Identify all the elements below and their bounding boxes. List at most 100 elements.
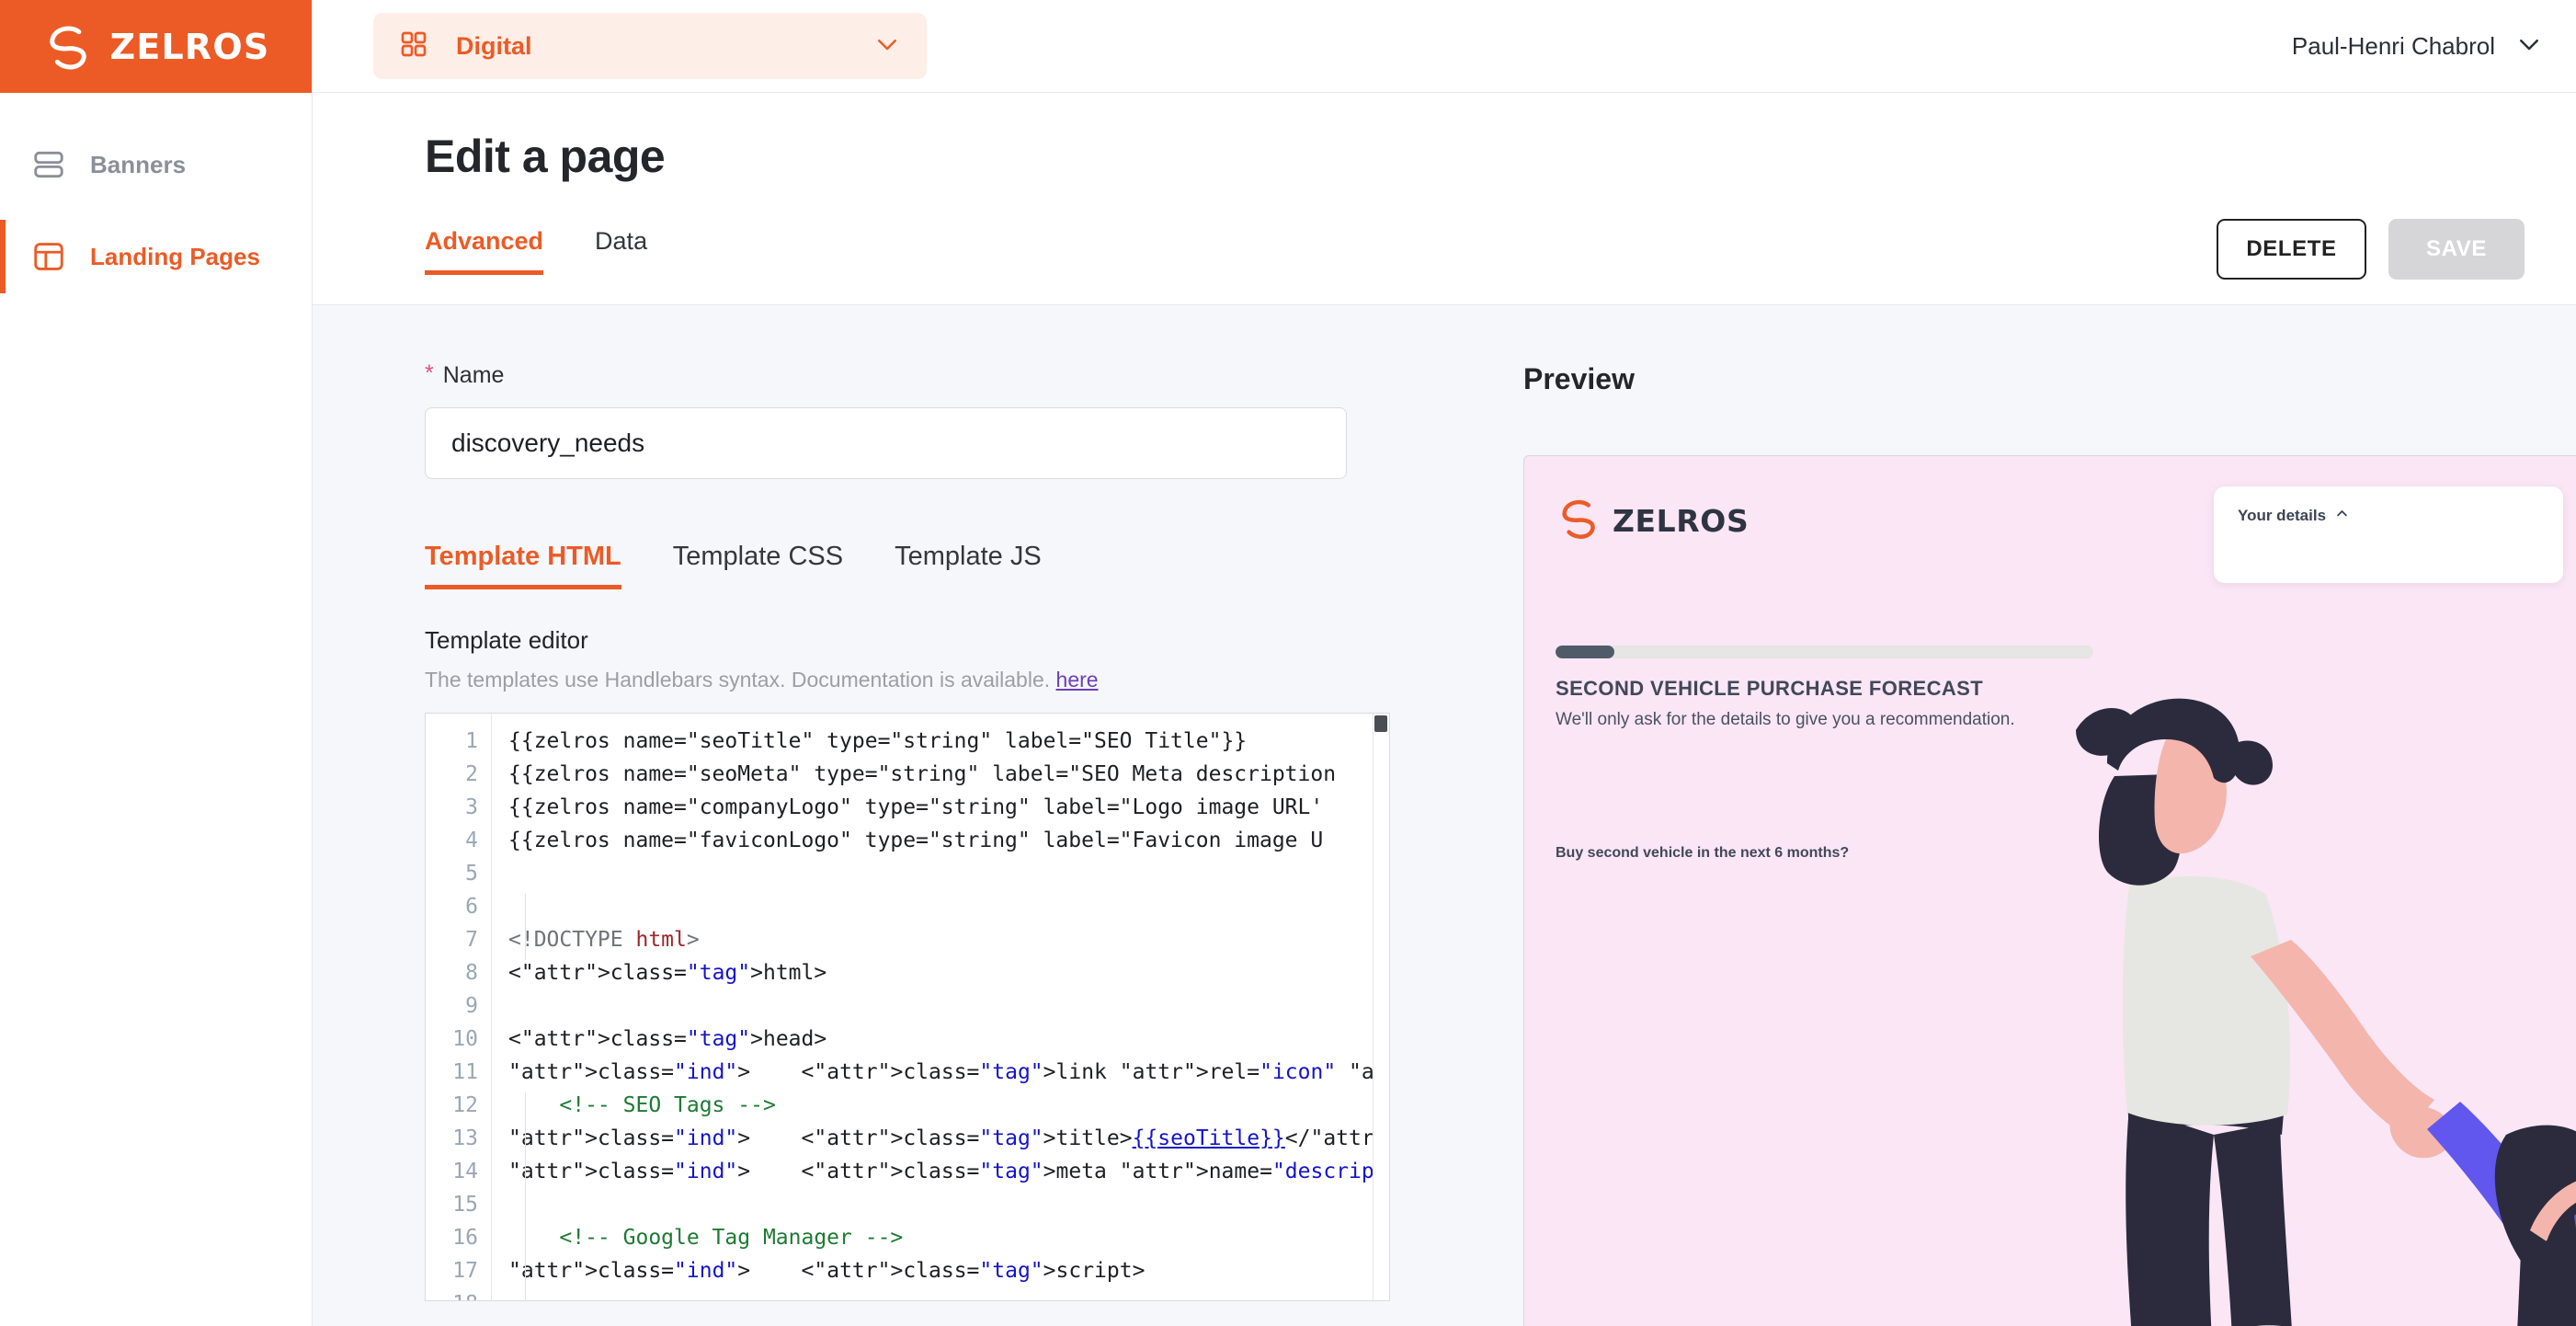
code-line: "attr">class="ind"> <"attr">class="tag">…: [508, 1160, 1389, 1183]
line-number: 5: [465, 862, 478, 886]
line-number: 4: [465, 829, 478, 852]
header-actions: DELETE SAVE: [2217, 219, 2525, 280]
user-menu[interactable]: Paul-Henri Chabrol: [2292, 30, 2543, 63]
chevron-up-icon[interactable]: [2335, 507, 2349, 525]
preview-progress-bar: [1556, 646, 2093, 658]
line-number: 16: [452, 1226, 478, 1250]
name-input[interactable]: discovery_needs: [425, 407, 1347, 479]
app-root: ZELROS Banners Landing Pages Digital Pau…: [0, 0, 2576, 1326]
line-number: 17: [452, 1259, 478, 1283]
details-card-label: Your details: [2238, 507, 2327, 524]
details-card-header[interactable]: Your details: [2238, 507, 2539, 525]
tab-advanced[interactable]: Advanced: [425, 227, 544, 275]
grid-icon: [399, 29, 428, 63]
sidebar: ZELROS Banners Landing Pages: [0, 0, 313, 1326]
preview-subtitle: We'll only ask for the details to give y…: [1556, 710, 2015, 729]
preview-progress-fill: [1556, 646, 1615, 658]
code-line: "attr">class="ind"> <"attr">class="tag">…: [508, 1259, 1146, 1283]
line-number: 6: [465, 895, 478, 919]
page-tabs: Advanced Data: [425, 227, 2525, 275]
editor-scrollbar-track[interactable]: [1373, 714, 1389, 1300]
banners-icon: [31, 147, 66, 182]
line-number: 12: [452, 1093, 478, 1117]
required-marker: *: [425, 360, 434, 386]
editor-header: Template editor The templates use Handle…: [425, 626, 1476, 692]
workspace-selector[interactable]: Digital: [373, 13, 927, 79]
line-number: 2: [465, 762, 478, 786]
line-number: 13: [452, 1126, 478, 1150]
editor-scrollbar-thumb[interactable]: [1374, 715, 1387, 732]
line-number: 1: [465, 729, 478, 753]
delete-button[interactable]: DELETE: [2217, 219, 2366, 280]
page-title: Edit a page: [425, 131, 666, 182]
tab-template-js[interactable]: Template JS: [895, 542, 1042, 589]
main-column: Digital Paul-Henri Chabrol Edit a page D…: [313, 0, 2576, 1326]
preview-brand-name: ZELROS: [1613, 503, 1750, 539]
user-name: Paul-Henri Chabrol: [2291, 31, 2495, 60]
code-line: <"attr">class="tag">head>: [508, 1027, 827, 1051]
sidebar-item-banners[interactable]: Banners: [0, 119, 312, 211]
indent-guide: [525, 1092, 526, 1300]
preview-column: Preview ZELROS SECOND VEHICLE PURCHASE F…: [1476, 305, 2576, 1326]
line-number: 3: [465, 795, 478, 819]
editor-gutter: 1 2 3 4 5 6 7 8 9 10 11 12 13 14 15 16 1…: [426, 714, 492, 1300]
name-label-text: Name: [442, 362, 505, 388]
sidebar-item-label: Landing Pages: [90, 242, 260, 270]
line-number: 14: [452, 1160, 478, 1183]
line-number: 8: [465, 961, 478, 985]
zelros-logo-icon: [42, 20, 96, 74]
name-field-label: * Name: [425, 362, 1476, 389]
preview-details-card[interactable]: Your details: [2214, 486, 2563, 583]
brand-logo[interactable]: ZELROS: [0, 0, 312, 93]
documentation-link[interactable]: here: [1056, 668, 1099, 692]
line-number: 7: [465, 928, 478, 952]
code-line: {{zelros name="seoTitle" type="string" l…: [508, 729, 1248, 753]
line-number: 11: [452, 1060, 478, 1084]
line-number: 15: [452, 1193, 478, 1217]
page-header: Edit a page DELETE SAVE Advanced Data: [313, 93, 2576, 305]
preview-logo: ZELROS: [1556, 495, 1749, 547]
chevron-down-icon: [873, 30, 901, 63]
template-tabs: Template HTML Template CSS Template JS: [425, 542, 1476, 589]
tab-template-html[interactable]: Template HTML: [425, 542, 621, 589]
preview-illustration: [2076, 698, 2576, 1326]
zelros-logo-icon: [1556, 495, 1603, 547]
line-number: 18: [426, 1287, 478, 1300]
sidebar-item-landing-pages[interactable]: Landing Pages: [0, 211, 312, 303]
preview-heading: SECOND VEHICLE PURCHASE FORECAST: [1556, 677, 1984, 700]
workspace-label: Digital: [456, 31, 532, 60]
editor-title: Template editor: [425, 626, 588, 654]
preview-question: Buy second vehicle in the next 6 months?: [1556, 845, 1850, 861]
code-editor[interactable]: 1 2 3 4 5 6 7 8 9 10 11 12 13 14 15 16 1…: [425, 713, 1390, 1301]
line-number: 10: [452, 1027, 478, 1051]
code-line: <"attr">class="tag">html>: [508, 961, 827, 985]
preview-title: Preview: [1523, 362, 1635, 395]
indent-guide: [525, 894, 526, 960]
code-line: {{zelros name="companyLogo" type="string…: [508, 795, 1324, 819]
brand-name: ZELROS: [109, 26, 270, 67]
chevron-down-icon: [2515, 30, 2543, 63]
form-column: * Name discovery_needs Template HTML Tem…: [313, 305, 1476, 1326]
line-number: 9: [465, 994, 478, 1018]
code-line: <!-- Google Tag Manager -->: [559, 1226, 904, 1250]
save-button[interactable]: SAVE: [2388, 219, 2525, 280]
editor-subtitle-text: The templates use Handlebars syntax. Doc…: [425, 668, 1051, 692]
code-line: {{zelros name="seoMeta" type="string" la…: [508, 762, 1337, 786]
code-line: <!DOCTYPE html>: [508, 928, 700, 952]
code-line: "attr">class="ind"> <"attr">class="tag">…: [508, 1060, 1389, 1084]
sidebar-item-label: Banners: [90, 150, 187, 178]
preview-frame: ZELROS SECOND VEHICLE PURCHASE FORECAST …: [1523, 455, 2576, 1326]
tab-template-css[interactable]: Template CSS: [673, 542, 843, 589]
top-bar: Digital Paul-Henri Chabrol: [313, 0, 2576, 93]
tab-data[interactable]: Data: [595, 227, 647, 275]
editor-subtitle: The templates use Handlebars syntax. Doc…: [425, 668, 1476, 692]
code-line: "attr">class="ind"> <"attr">class="tag">…: [508, 1126, 1389, 1150]
editor-content[interactable]: {{zelros name="seoTitle" type="string" l…: [492, 714, 1389, 1300]
code-line: <!-- SEO Tags -->: [559, 1093, 776, 1117]
sidebar-nav: Banners Landing Pages: [0, 93, 312, 303]
landing-pages-icon: [31, 239, 66, 274]
